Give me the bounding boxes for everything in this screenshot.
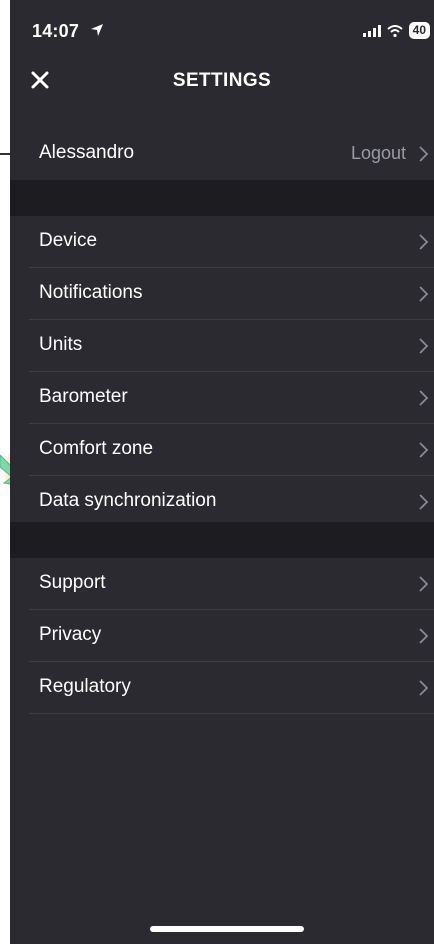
settings-item-label: Privacy bbox=[39, 624, 102, 645]
account-row[interactable]: Alessandro Logout bbox=[10, 128, 434, 180]
page-title: SETTINGS bbox=[172, 70, 272, 91]
settings-item-label: Units bbox=[39, 334, 83, 355]
settings-item-label: Comfort zone bbox=[39, 438, 154, 459]
wifi-icon bbox=[386, 24, 403, 37]
logout-button[interactable]: Logout bbox=[351, 143, 406, 164]
settings-item-notifications[interactable]: Notifications bbox=[10, 268, 434, 320]
annotation-callout-line bbox=[0, 153, 10, 155]
chevron-right-icon bbox=[419, 146, 429, 162]
settings-item-label: Notifications bbox=[39, 282, 143, 303]
settings-item-regulatory[interactable]: Regulatory bbox=[10, 662, 434, 714]
settings-item-label: Device bbox=[39, 230, 98, 251]
status-indicators: 40 bbox=[362, 22, 430, 39]
status-bar: 14:07 40 bbox=[10, 0, 434, 60]
settings-item-data-synchronization[interactable]: Data synchronization bbox=[10, 476, 434, 528]
settings-screen: 14:07 40 SETTINGS Alessandro Logout Devi… bbox=[10, 0, 434, 944]
settings-item-barometer[interactable]: Barometer bbox=[10, 372, 434, 424]
settings-item-privacy[interactable]: Privacy bbox=[10, 610, 434, 662]
chevron-right-icon bbox=[419, 338, 429, 354]
battery-indicator: 40 bbox=[408, 22, 430, 39]
chevron-right-icon bbox=[419, 494, 429, 510]
chevron-right-icon bbox=[419, 286, 429, 302]
settings-item-support[interactable]: Support bbox=[10, 558, 434, 610]
chevron-right-icon bbox=[419, 576, 429, 592]
chevron-right-icon bbox=[419, 442, 429, 458]
settings-item-comfort-zone[interactable]: Comfort zone bbox=[10, 424, 434, 476]
navigation-bar: SETTINGS bbox=[10, 60, 434, 104]
settings-item-label: Regulatory bbox=[39, 676, 131, 697]
chevron-right-icon bbox=[419, 680, 429, 696]
cellular-signal-icon bbox=[362, 24, 381, 37]
chevron-right-icon bbox=[419, 234, 429, 250]
settings-item-label: Barometer bbox=[39, 386, 128, 407]
chevron-right-icon bbox=[419, 390, 429, 406]
location-arrow-icon bbox=[91, 24, 103, 36]
section-separator bbox=[10, 522, 434, 558]
settings-item-device[interactable]: Device bbox=[10, 216, 434, 268]
settings-item-label: Data synchronization bbox=[39, 490, 217, 511]
section-separator bbox=[10, 180, 434, 216]
chevron-right-icon bbox=[419, 628, 429, 644]
account-name: Alessandro bbox=[39, 142, 135, 163]
row-divider bbox=[29, 713, 434, 714]
home-indicator[interactable] bbox=[150, 926, 304, 932]
status-time: 14:07 bbox=[32, 21, 80, 41]
settings-item-label: Support bbox=[39, 572, 106, 593]
settings-item-units[interactable]: Units bbox=[10, 320, 434, 372]
